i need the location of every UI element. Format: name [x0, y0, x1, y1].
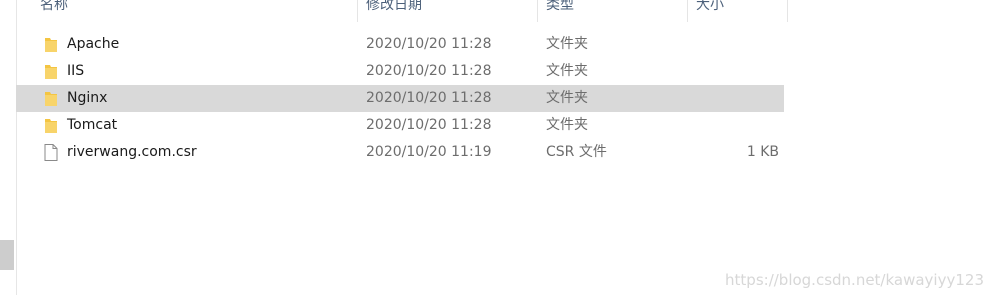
file-date: 2020/10/20 11:28 [366, 36, 492, 52]
column-header-name[interactable]: 名称 [32, 0, 358, 22]
file-type: 文件夹 [546, 90, 588, 106]
file-name: Apache [67, 36, 120, 52]
file-date: 2020/10/20 11:28 [366, 63, 492, 79]
file-row[interactable]: Nginx 2020/10/20 11:28 文件夹 [16, 85, 784, 112]
folder-icon [45, 38, 57, 52]
column-header-type[interactable]: 类型 [538, 0, 688, 22]
column-header-date-label: 修改日期 [366, 0, 422, 13]
file-date: 2020/10/20 11:28 [366, 117, 492, 133]
file-date: 2020/10/20 11:19 [366, 144, 492, 160]
file-row[interactable]: IIS 2020/10/20 11:28 文件夹 [16, 58, 784, 85]
file-name: Tomcat [67, 117, 118, 133]
file-date: 2020/10/20 11:28 [366, 90, 492, 106]
file-row[interactable]: Apache 2020/10/20 11:28 文件夹 [16, 31, 784, 58]
file-type: 文件夹 [546, 36, 588, 52]
column-header-name-label: 名称 [40, 0, 68, 13]
file-name: Nginx [67, 90, 108, 106]
file-type: 文件夹 [546, 117, 588, 133]
file-name: riverwang.com.csr [67, 144, 197, 160]
column-header-date[interactable]: 修改日期 [358, 0, 538, 22]
navigation-pane [0, 0, 17, 295]
file-name: IIS [67, 63, 85, 79]
file-list: Apache 2020/10/20 11:28 文件夹 IIS 2020/10/… [16, 31, 992, 166]
column-header-size[interactable]: 大小 [688, 0, 788, 22]
file-icon [44, 144, 58, 161]
column-header-size-label: 大小 [696, 0, 724, 13]
file-size: 1 KB [746, 144, 779, 160]
file-row[interactable]: riverwang.com.csr 2020/10/20 11:19 CSR 文… [16, 139, 784, 166]
file-type: 文件夹 [546, 63, 588, 79]
column-header-type-label: 类型 [546, 0, 574, 13]
column-header-bar: 名称 修改日期 类型 大小 [16, 0, 992, 22]
folder-icon [45, 92, 57, 106]
folder-icon [45, 65, 57, 79]
watermark: https://blog.csdn.net/kawayiyy123 [725, 271, 984, 289]
file-row[interactable]: Tomcat 2020/10/20 11:28 文件夹 [16, 112, 784, 139]
folder-icon [45, 119, 57, 133]
file-type: CSR 文件 [546, 144, 607, 160]
navigation-scrollbar-thumb[interactable] [0, 240, 14, 270]
